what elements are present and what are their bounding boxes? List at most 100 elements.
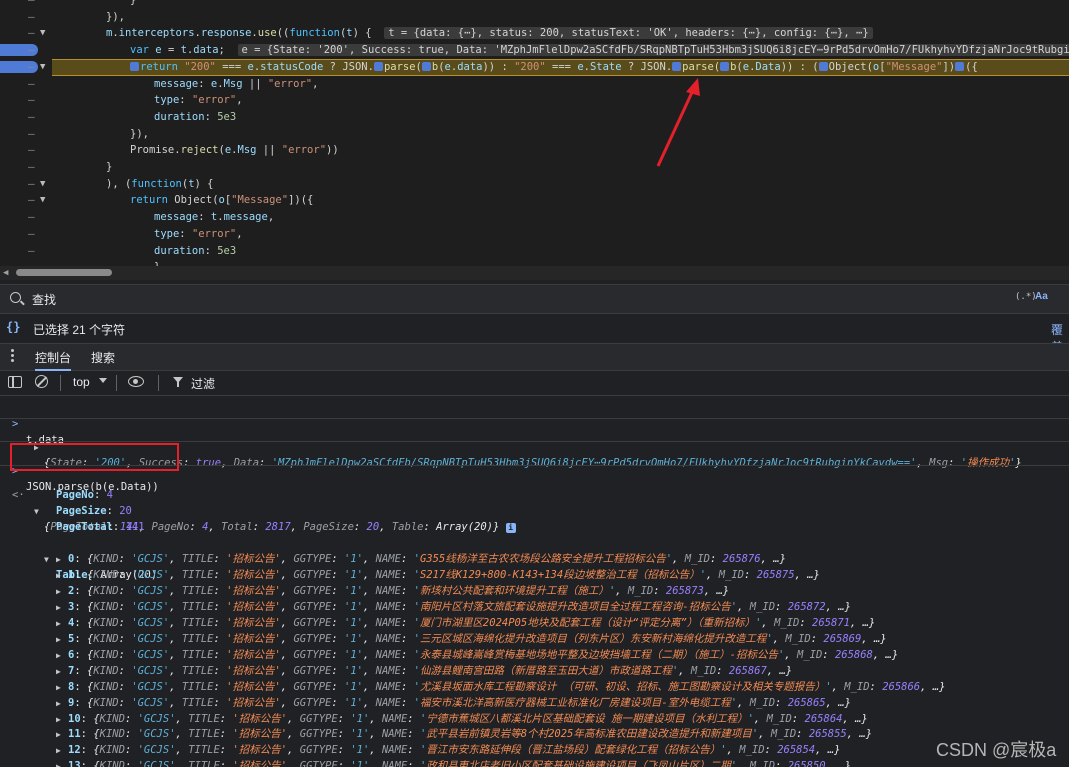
gutter-row[interactable]: – bbox=[0, 142, 52, 159]
context-selector[interactable]: top bbox=[73, 375, 90, 389]
expand-arrow-icon[interactable]: ▶ bbox=[56, 600, 61, 616]
fold-arrow-icon[interactable]: ▼ bbox=[40, 176, 45, 193]
pretty-print-icon[interactable]: {} bbox=[6, 320, 20, 334]
expand-arrow-icon[interactable]: ▶ bbox=[56, 743, 61, 759]
object-property-line[interactable]: PageNo: 4 bbox=[0, 488, 1069, 504]
more-options-icon[interactable] bbox=[11, 349, 14, 363]
expand-arrow-icon[interactable]: ▶ bbox=[56, 759, 61, 767]
gutter-row[interactable]: – bbox=[0, 209, 52, 226]
table-row[interactable]: ▶ 8: {KIND: 'GCJS', TITLE: '招标公告', GGTYPE… bbox=[0, 680, 1069, 696]
expand-arrow-icon[interactable]: ▶ bbox=[56, 712, 61, 728]
live-expression-eye-icon[interactable] bbox=[128, 376, 144, 387]
code-line[interactable]: }), bbox=[106, 9, 125, 26]
object-property-line[interactable]: PageTotal: 141 bbox=[0, 520, 1069, 536]
code-line[interactable]: type: "error", bbox=[154, 226, 243, 243]
code-line[interactable]: ), (function(t) { bbox=[106, 176, 214, 193]
code-line[interactable]: return Object(o["Message"])({ bbox=[130, 192, 313, 209]
expand-arrow-icon[interactable]: ▶ bbox=[56, 696, 61, 712]
gutter-row[interactable]: – bbox=[0, 159, 52, 176]
code-line[interactable]: }), bbox=[130, 126, 149, 143]
gutter-row[interactable]: – ▼ bbox=[0, 25, 52, 42]
gutter-row[interactable]: – bbox=[0, 76, 52, 93]
gutter-row[interactable]: – bbox=[0, 126, 52, 143]
code-line[interactable]: message: t.message, bbox=[154, 209, 274, 226]
table-row[interactable]: ▶ 7: {KIND: 'GCJS', TITLE: '招标公告', GGTYPE… bbox=[0, 664, 1069, 680]
code-line[interactable]: type: "error", bbox=[154, 92, 243, 109]
code-editor[interactable]: –––▼––▼–––––––▼–▼–––– }}),m.interceptors… bbox=[0, 0, 1069, 266]
code-line[interactable]: } bbox=[130, 0, 136, 9]
regex-toggle-button[interactable]: (.*) bbox=[1015, 292, 1037, 302]
expand-arrow-icon[interactable]: ▶ bbox=[56, 648, 61, 664]
table-row[interactable]: ▶ 12: {KIND: 'GCJS', TITLE: '招标公告', GGTYP… bbox=[0, 743, 1069, 759]
gutter-row[interactable]: – bbox=[0, 109, 52, 126]
scrollbar-thumb[interactable] bbox=[16, 269, 112, 276]
gutter-dash: – bbox=[28, 0, 35, 9]
gutter-row[interactable]: – bbox=[0, 243, 52, 260]
object-property-line[interactable]: PageSize: 20 bbox=[0, 504, 1069, 520]
fold-arrow-icon[interactable]: ▼ bbox=[40, 192, 45, 209]
search-input[interactable] bbox=[30, 290, 934, 310]
clear-console-icon[interactable] bbox=[35, 375, 48, 388]
gutter-row[interactable]: – bbox=[0, 42, 52, 59]
table-row[interactable]: ▶ 4: {KIND: 'GCJS', TITLE: '招标公告', GGTYPE… bbox=[0, 616, 1069, 632]
fold-arrow-icon[interactable]: ▼ bbox=[40, 59, 45, 76]
tab-console[interactable]: 控制台 bbox=[35, 349, 72, 371]
gutter-row[interactable]: – bbox=[0, 259, 52, 266]
code-line[interactable]: duration: 5e3 bbox=[154, 109, 236, 126]
gutter-dash: – bbox=[28, 93, 35, 107]
code-line[interactable]: Promise.reject(e.Msg || "error")) bbox=[130, 142, 339, 159]
table-row[interactable]: ▶ 2: {KIND: 'GCJS', TITLE: '招标公告', GGTYPE… bbox=[0, 584, 1069, 600]
row-index: 3 bbox=[68, 600, 75, 613]
gutter-row[interactable]: – ▼ bbox=[0, 59, 52, 76]
filter-input[interactable] bbox=[189, 374, 393, 394]
code-line[interactable]: m.interceptors.response.use((function(t)… bbox=[106, 25, 873, 42]
expand-arrow-icon[interactable]: ▶ bbox=[56, 727, 61, 743]
code-line[interactable]: } bbox=[154, 259, 160, 266]
show-sidebar-icon[interactable] bbox=[8, 376, 22, 388]
table-row[interactable]: ▶ 3: {KIND: 'GCJS', TITLE: '招标公告', GGTYPE… bbox=[0, 600, 1069, 616]
expand-arrow-icon[interactable]: ▶ bbox=[56, 664, 61, 680]
chevron-down-icon[interactable] bbox=[99, 378, 107, 383]
line-gutter[interactable]: –––▼––▼–––––––▼–▼–––– bbox=[0, 0, 52, 266]
expand-arrow-icon[interactable]: ▶ bbox=[56, 632, 61, 648]
code-line[interactable]: var e = t.data; e = {State: '200', Succe… bbox=[130, 42, 1069, 59]
expand-arrow-icon[interactable]: ▶ bbox=[56, 552, 61, 568]
code-line[interactable]: message: e.Msg || "error", bbox=[154, 76, 318, 93]
row-index: 4 bbox=[68, 616, 75, 629]
gutter-row[interactable]: – ▼ bbox=[0, 192, 52, 209]
table-row[interactable]: ▶ 9: {KIND: 'GCJS', TITLE: '招标公告', GGTYPE… bbox=[0, 696, 1069, 712]
scroll-left-icon[interactable]: ◀ bbox=[3, 266, 8, 280]
gutter-row[interactable]: – bbox=[0, 226, 52, 243]
expand-arrow-icon[interactable]: ▶ bbox=[56, 616, 61, 632]
code-line[interactable]: return "200" === e.statusCode ? JSON. par… bbox=[130, 59, 978, 76]
tab-search[interactable]: 搜索 bbox=[91, 349, 115, 366]
table-row[interactable]: ▶ 5: {KIND: 'GCJS', TITLE: '招标公告', GGTYPE… bbox=[0, 632, 1069, 648]
console-toolbar: top bbox=[0, 371, 1069, 396]
selection-status-bar: {} 已选择 21 个字符 覆盖 bbox=[0, 317, 1069, 354]
table-row[interactable]: ▶ 10: {KIND: 'GCJS', TITLE: '招标公告', GGTYP… bbox=[0, 712, 1069, 728]
console-output-line[interactable]: ▶ {State: '200', Success: true, Data: 'M… bbox=[0, 424, 1069, 469]
expand-arrow-icon[interactable]: ▶ bbox=[56, 680, 61, 696]
table-row[interactable]: ▶ 13: {KIND: 'GCJS', TITLE: '招标公告', GGTYP… bbox=[0, 759, 1069, 767]
gutter-row[interactable]: – bbox=[0, 92, 52, 109]
table-row[interactable]: ▶ 0: {KIND: 'GCJS', TITLE: '招标公告', GGTYPE… bbox=[0, 552, 1069, 568]
gutter-row[interactable]: – bbox=[0, 9, 52, 26]
table-row[interactable]: ▶ 11: {KIND: 'GCJS', TITLE: '招标公告', GGTYP… bbox=[0, 727, 1069, 743]
code-line[interactable]: duration: 5e3 bbox=[154, 243, 236, 260]
watermark-text: CSDN @宸极a bbox=[936, 740, 1057, 760]
console-input-line[interactable]: > t.data bbox=[0, 401, 1069, 446]
expand-arrow-icon[interactable]: ▶ bbox=[56, 568, 61, 584]
editor-horizontal-scrollbar[interactable]: ◀ bbox=[0, 266, 1069, 280]
match-case-button[interactable]: Aa bbox=[1035, 291, 1048, 302]
table-row[interactable]: ▶ 6: {KIND: 'GCJS', TITLE: '招标公告', GGTYPE… bbox=[0, 648, 1069, 664]
expand-arrow-icon[interactable]: ▶ bbox=[56, 584, 61, 600]
property-value: 4 bbox=[106, 489, 113, 501]
table-property-line[interactable]: ▼ Table: Array(20) bbox=[0, 536, 1069, 581]
console-output-line[interactable]: <· ▼ {PageTotal: 141, PageNo: 4, Total: … bbox=[0, 472, 1069, 533]
fold-arrow-icon[interactable]: ▼ bbox=[40, 25, 45, 42]
gutter-row[interactable]: – bbox=[0, 0, 52, 9]
filter-icon bbox=[173, 377, 183, 387]
gutter-row[interactable]: – ▼ bbox=[0, 176, 52, 193]
table-row[interactable]: ▶ 1: {KIND: 'GCJS', TITLE: '招标公告', GGTYPE… bbox=[0, 568, 1069, 584]
code-line[interactable]: } bbox=[106, 159, 112, 176]
